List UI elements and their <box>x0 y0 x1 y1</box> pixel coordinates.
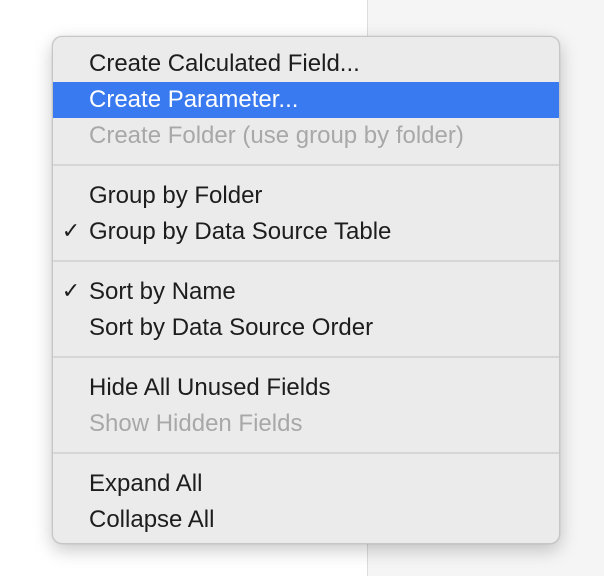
menu-item-label: Group by Folder <box>89 182 263 209</box>
menu-item-show-hidden-fields: Show Hidden Fields <box>53 406 559 442</box>
context-menu: Create Calculated Field... Create Parame… <box>52 36 560 544</box>
menu-item-create-calculated-field[interactable]: Create Calculated Field... <box>53 46 559 82</box>
menu-item-label: Sort by Name <box>89 278 236 305</box>
menu-item-label: Group by Data Source Table <box>89 218 392 245</box>
menu-separator <box>53 154 559 178</box>
menu-item-label: Create Calculated Field... <box>89 50 360 77</box>
menu-item-group-by-data-source-table[interactable]: ✓ Group by Data Source Table <box>53 214 559 250</box>
menu-item-hide-all-unused-fields[interactable]: Hide All Unused Fields <box>53 370 559 406</box>
menu-item-sort-by-name[interactable]: ✓ Sort by Name <box>53 274 559 310</box>
menu-item-sort-by-data-source-order[interactable]: Sort by Data Source Order <box>53 310 559 346</box>
menu-item-label: Create Parameter... <box>89 86 299 113</box>
menu-item-create-folder: Create Folder (use group by folder) <box>53 118 559 154</box>
menu-separator <box>53 442 559 466</box>
menu-item-label: Create Folder (use group by folder) <box>89 122 464 149</box>
menu-item-label: Hide All Unused Fields <box>89 374 331 401</box>
menu-item-group-by-folder[interactable]: Group by Folder <box>53 178 559 214</box>
menu-item-expand-all[interactable]: Expand All <box>53 466 559 502</box>
menu-separator <box>53 250 559 274</box>
checkmark-icon: ✓ <box>61 279 81 304</box>
menu-item-collapse-all[interactable]: Collapse All <box>53 502 559 538</box>
menu-item-create-parameter[interactable]: Create Parameter... <box>53 82 559 118</box>
menu-separator <box>53 346 559 370</box>
menu-item-label: Collapse All <box>89 506 215 533</box>
menu-item-label: Sort by Data Source Order <box>89 314 374 341</box>
menu-item-label: Expand All <box>89 470 203 497</box>
checkmark-icon: ✓ <box>61 219 81 244</box>
menu-item-label: Show Hidden Fields <box>89 410 303 437</box>
